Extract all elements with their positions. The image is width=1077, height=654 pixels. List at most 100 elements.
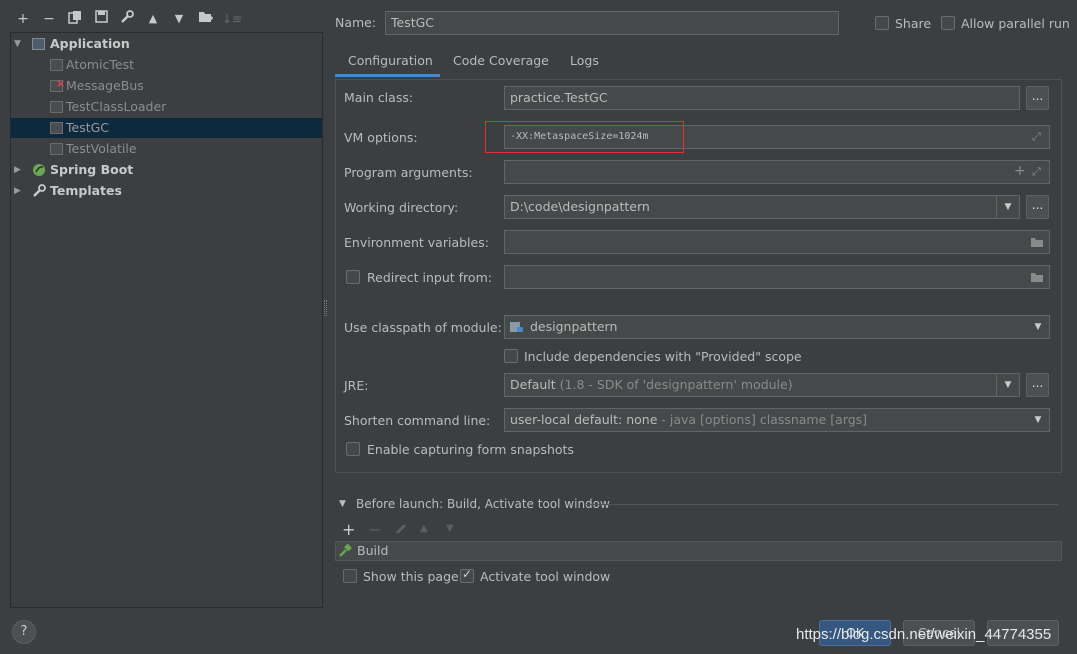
tree-item-label: TestVolatile <box>66 141 137 156</box>
error-mark-icon: × <box>56 77 66 90</box>
working-directory-value: D:\code\designpattern <box>510 199 650 214</box>
before-launch-title: Before launch: Build, Activate tool wind… <box>356 497 610 511</box>
module-icon <box>510 321 524 336</box>
tree-group-label: Templates <box>50 183 122 198</box>
tree-item-label: TestGC <box>66 120 110 135</box>
environment-variables-input[interactable] <box>504 230 1050 254</box>
move-task-down-icon[interactable]: ▼ <box>446 523 454 534</box>
move-down-icon[interactable]: ▼ <box>170 10 188 28</box>
tree-item-testgc[interactable]: TestGC <box>11 118 322 138</box>
jre-value-detail: (1.8 - SDK of 'designpattern' module) <box>559 377 793 392</box>
wrench-icon <box>32 184 46 197</box>
program-arguments-input[interactable] <box>504 160 1050 184</box>
add-task-icon[interactable]: + <box>342 520 355 539</box>
folder-icon[interactable] <box>1030 271 1044 286</box>
tree-item-label: TestClassLoader <box>66 99 167 114</box>
run-config-icon <box>50 122 63 134</box>
move-task-up-icon[interactable]: ▲ <box>420 523 428 534</box>
build-task-icon <box>338 543 352 561</box>
allow-parallel-checkbox[interactable] <box>941 16 955 30</box>
tree-group-application[interactable]: ▼ Application <box>11 34 322 54</box>
share-checkbox[interactable] <box>875 16 889 30</box>
dropdown-arrow-icon[interactable]: ▼ <box>997 374 1019 396</box>
jre-value: Default <box>510 377 556 392</box>
tree-item-atomictest[interactable]: AtomicTest <box>11 55 322 75</box>
shorten-command-line-label: Shorten command line: <box>344 413 491 428</box>
remove-task-icon[interactable]: − <box>368 520 381 539</box>
collapse-arrow-icon[interactable]: ▼ <box>339 499 346 509</box>
enable-snapshots-label: Enable capturing form snapshots <box>367 442 574 457</box>
dropdown-arrow-icon[interactable]: ▼ <box>997 196 1019 218</box>
classpath-module-combo[interactable]: designpattern ▼ <box>504 315 1050 339</box>
configuration-tree: ▼ Application AtomicTest × MessageBus Te… <box>10 32 323 608</box>
run-config-icon <box>50 143 63 155</box>
expand-icon[interactable]: ⤢ <box>1032 130 1041 144</box>
collapsed-arrow-icon[interactable]: ▶ <box>14 160 26 180</box>
redirect-input-field[interactable] <box>504 265 1050 289</box>
sort-icon[interactable]: ↓≡ <box>222 10 242 28</box>
expand-icon[interactable]: ⤢ <box>1032 165 1041 179</box>
spring-boot-icon <box>32 163 45 176</box>
wrench-icon[interactable] <box>118 10 136 28</box>
working-directory-label: Working directory: <box>344 200 459 215</box>
tree-item-testvolatile[interactable]: TestVolatile <box>11 139 322 159</box>
splitter-handle[interactable] <box>324 300 327 316</box>
help-button[interactable]: ? <box>12 620 36 644</box>
classpath-module-label: Use classpath of module: <box>344 320 502 335</box>
working-directory-browse-button[interactable]: ... <box>1026 195 1049 219</box>
program-arguments-label: Program arguments: <box>344 165 473 180</box>
redirect-input-checkbox[interactable] <box>346 270 360 284</box>
tree-item-label: MessageBus <box>66 78 144 93</box>
task-list: Build <box>335 541 1062 561</box>
folder-add-icon[interactable] <box>196 10 214 28</box>
add-macro-icon[interactable]: + <box>1014 163 1026 179</box>
allow-parallel-label: Allow parallel run <box>961 16 1070 31</box>
before-launch-divider <box>586 504 1058 505</box>
save-icon[interactable] <box>92 10 110 28</box>
dropdown-arrow-icon[interactable]: ▼ <box>1027 409 1049 431</box>
remove-icon[interactable]: − <box>40 10 58 28</box>
tree-item-label: AtomicTest <box>66 57 135 72</box>
main-class-input[interactable]: practice.TestGC <box>504 86 1020 110</box>
tree-group-spring-boot[interactable]: ▶ Spring Boot <box>11 160 322 180</box>
dropdown-arrow-icon[interactable]: ▼ <box>1027 316 1049 338</box>
shorten-command-line-value: user-local default: none <box>510 412 658 427</box>
task-build[interactable]: Build <box>357 543 388 558</box>
tree-item-testclassloader[interactable]: TestClassLoader <box>11 97 322 117</box>
redirect-input-label: Redirect input from: <box>367 270 492 285</box>
highlight-box <box>485 121 684 153</box>
tab-configuration[interactable]: Configuration <box>348 46 433 76</box>
copy-icon[interactable] <box>66 10 84 28</box>
jre-combo[interactable]: Default (1.8 - SDK of 'designpattern' mo… <box>504 373 1020 397</box>
tree-group-templates[interactable]: ▶ Templates <box>11 181 322 201</box>
activate-tool-window-checkbox[interactable] <box>460 567 474 583</box>
show-page-label: Show this page <box>363 569 459 584</box>
watermark-text: https://blog.csdn.net/weixin_44774355 <box>796 626 1052 643</box>
classpath-module-value: designpattern <box>530 319 618 334</box>
show-page-checkbox[interactable] <box>343 569 357 583</box>
collapsed-arrow-icon[interactable]: ▶ <box>14 181 26 201</box>
expanded-arrow-icon[interactable]: ▼ <box>14 34 26 54</box>
tab-logs[interactable]: Logs <box>570 46 599 76</box>
add-icon[interactable]: + <box>14 10 32 28</box>
share-label: Share <box>895 16 932 31</box>
application-icon <box>32 38 45 50</box>
run-config-icon <box>50 59 63 71</box>
edit-task-icon[interactable] <box>394 521 407 537</box>
name-label: Name: <box>335 15 377 30</box>
tab-code-coverage[interactable]: Code Coverage <box>453 46 549 76</box>
tree-group-label: Spring Boot <box>50 162 134 177</box>
folder-icon[interactable] <box>1030 236 1044 251</box>
include-dependencies-checkbox[interactable] <box>504 349 518 363</box>
jre-browse-button[interactable]: ... <box>1026 373 1049 397</box>
tree-group-label: Application <box>50 36 130 51</box>
move-up-icon[interactable]: ▲ <box>144 10 162 28</box>
working-directory-combo[interactable]: D:\code\designpattern ▼ <box>504 195 1020 219</box>
vm-options-label: VM options: <box>344 130 418 145</box>
shorten-command-line-combo[interactable]: user-local default: none - java [options… <box>504 408 1050 432</box>
name-input[interactable]: TestGC <box>385 11 839 35</box>
run-config-icon <box>50 101 63 113</box>
tree-item-messagebus[interactable]: × MessageBus <box>11 76 322 96</box>
enable-snapshots-checkbox[interactable] <box>346 442 360 456</box>
main-class-browse-button[interactable]: ... <box>1026 86 1049 110</box>
